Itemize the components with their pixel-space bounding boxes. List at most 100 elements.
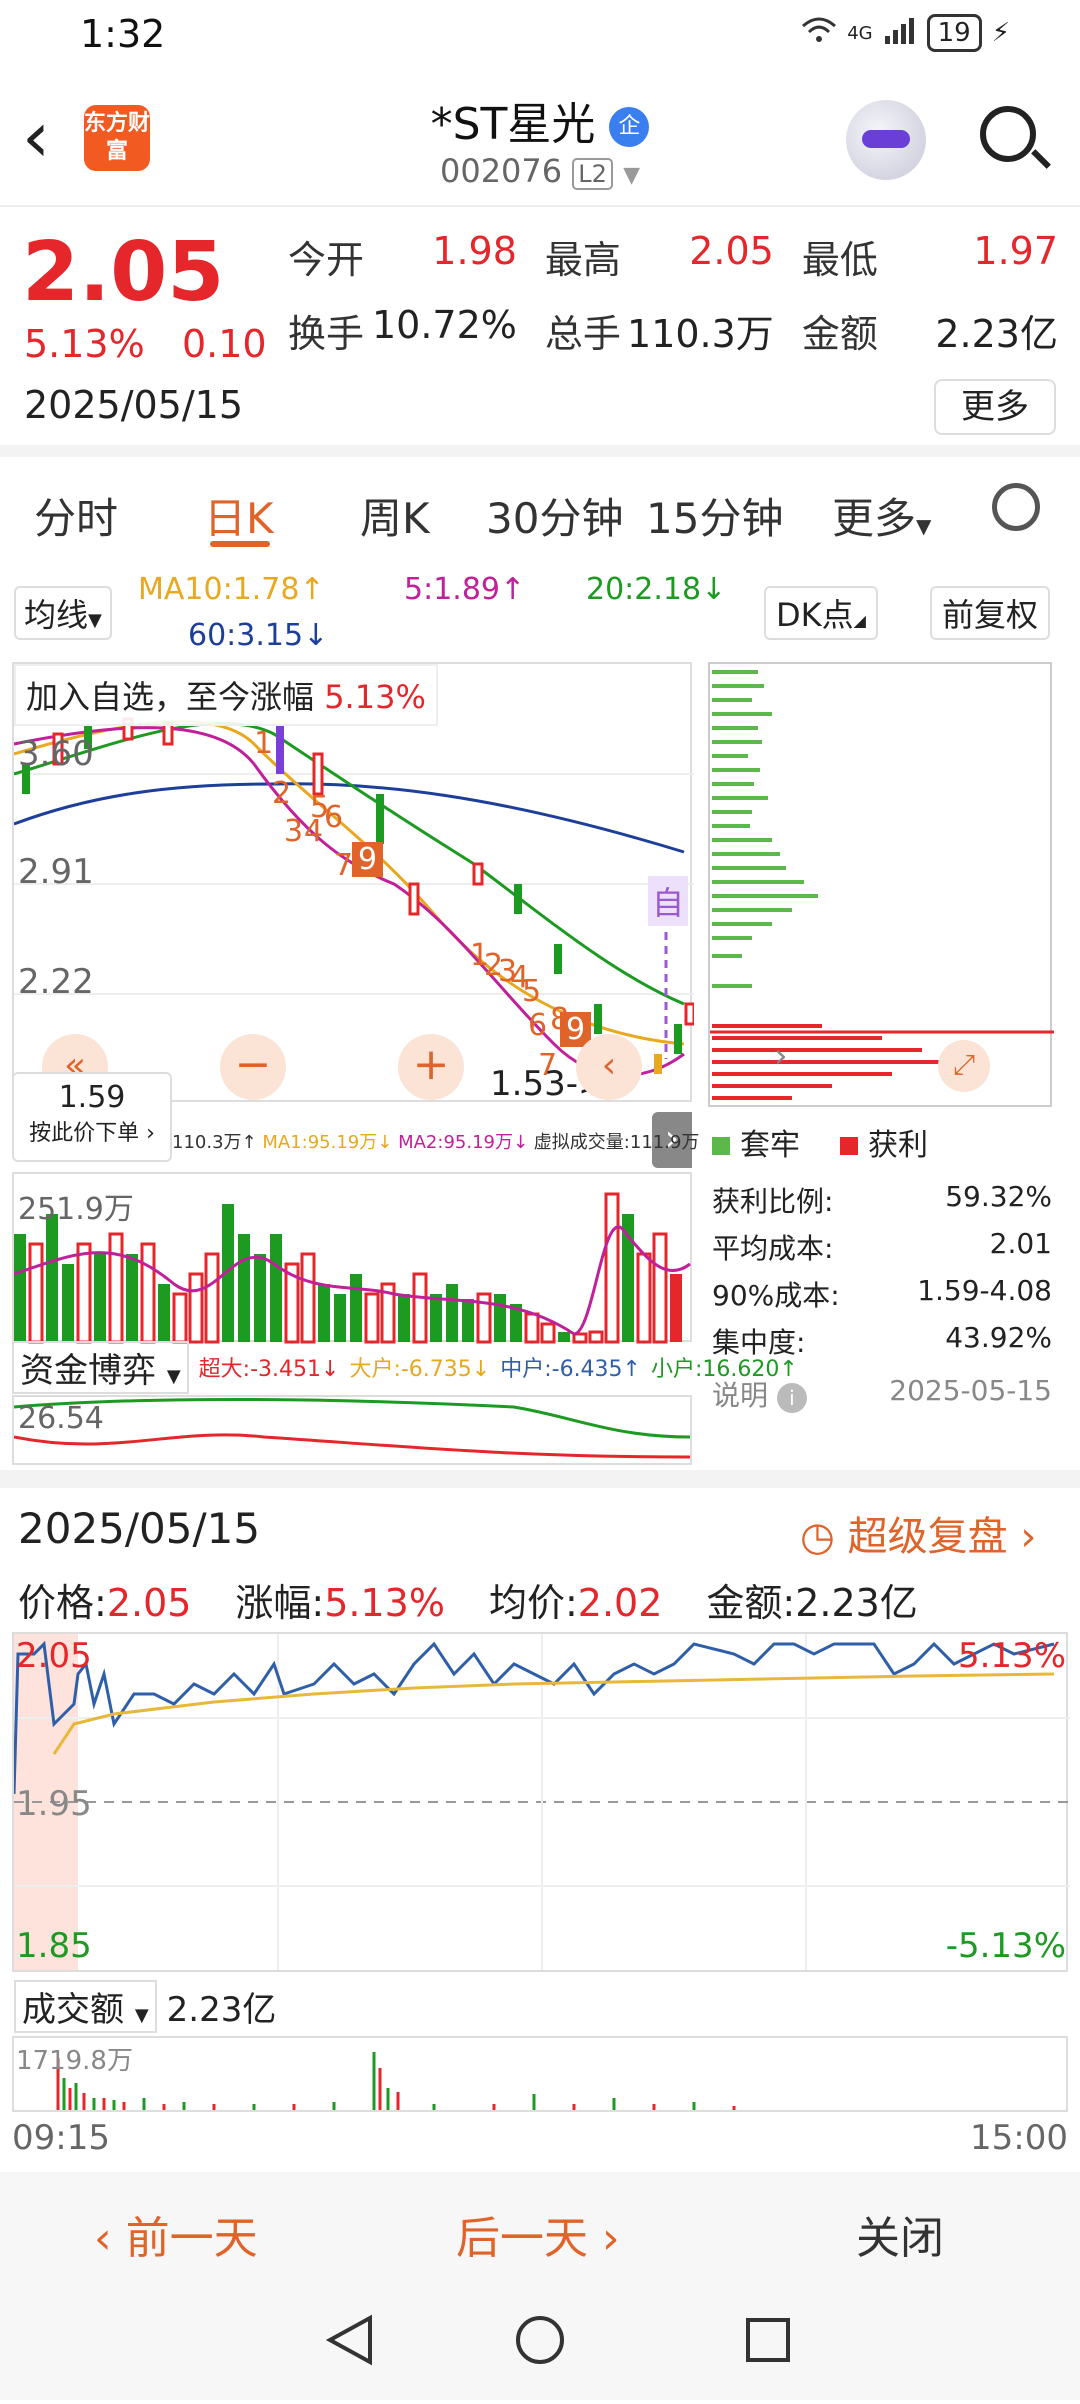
- tab-intraday[interactable]: 分时: [34, 485, 118, 546]
- chip-stats: 套牢 获利 获利比例: 59.32% 平均成本: 2.01 90%成本: 1.59-4…: [712, 1120, 1052, 1421]
- virtual-volume: 虚拟成交量:111.9万: [533, 1132, 700, 1153]
- quote-date: 2025/05/15: [24, 383, 244, 427]
- volume-label: 总手: [544, 312, 621, 356]
- tab-daily-k[interactable]: 日K: [204, 485, 274, 546]
- amount-selector-label: 成交额: [22, 1990, 124, 2030]
- concentration-row: 集中度: 43.92%: [712, 1321, 1052, 1359]
- chip-legend: 套牢 获利: [712, 1120, 1052, 1164]
- system-nav-svg: [325, 2314, 790, 2366]
- tab-15min[interactable]: 15分钟: [646, 485, 783, 546]
- current-price: 2.05: [22, 225, 225, 320]
- zoom-out-icon[interactable]: −: [220, 1034, 286, 1100]
- seq-marker-3: 3: [284, 814, 304, 849]
- note-row[interactable]: 说明 i 2025-05-15: [712, 1374, 1052, 1421]
- battery-icon: 19: [926, 14, 982, 52]
- kline-chart[interactable]: 加入自选，至今涨幅 5.13% 3.60 2.91 2.22 1 2 3 4 5…: [12, 662, 694, 1104]
- prev-day-button[interactable]: ‹ 前一天: [94, 2202, 258, 2266]
- y-label-1: 3.60: [18, 734, 94, 774]
- self-select-marker: 自: [648, 876, 689, 926]
- enterprise-badge: 企: [609, 107, 650, 147]
- volume-info: 110.3万↑ MA1:95.19万↓ MA2:95.19万↓ 虚拟成交量:11…: [172, 1128, 699, 1154]
- cost90-row: 90%成本: 1.59-4.08: [712, 1274, 1052, 1312]
- gear-icon[interactable]: [992, 483, 1040, 531]
- y-top-label: 2.05: [16, 1636, 92, 1676]
- tab-weekly-k[interactable]: 周K: [360, 485, 430, 546]
- y-bot-label: 1.85: [16, 1926, 92, 1966]
- seq-marker-1: 1: [254, 726, 274, 761]
- recent-square-icon: [746, 2318, 790, 2362]
- quote-row-2: 换手 10.72% 总手 110.3万 金额 2.23亿: [288, 303, 1058, 358]
- turnover-value: 10.72%: [372, 303, 517, 347]
- time-end: 15:00: [970, 2118, 1068, 2158]
- amount-value: 2.23亿: [166, 1990, 277, 2030]
- day-amount: 2.23亿: [795, 1581, 918, 1625]
- order-price-box[interactable]: 1.59 按此价下单 ›: [12, 1072, 172, 1162]
- quote-row-1: 今开 1.98 最高 2.05 最低 1.97: [288, 229, 1058, 284]
- search-icon[interactable]: [980, 106, 1036, 162]
- y-mid-label: 1.95: [16, 1784, 92, 1824]
- profit-ratio-row: 获利比例: 59.32%: [712, 1180, 1052, 1218]
- charging-icon: ⚡: [991, 18, 1010, 48]
- expand-icon[interactable]: ⤢: [938, 1040, 990, 1092]
- intraday-volume-chart[interactable]: 1719.8万: [12, 2036, 1068, 2112]
- ma60-line: [14, 782, 685, 854]
- replay-label: 超级复盘: [847, 1514, 1008, 1560]
- zoom-in-icon[interactable]: +: [398, 1034, 464, 1100]
- turnover-label: 换手: [288, 312, 365, 356]
- ma10-label: MA10:1.78↑: [138, 572, 325, 607]
- day-price: 2.05: [106, 1581, 192, 1625]
- corner-icon: ◢: [853, 611, 866, 630]
- open-value: 1.98: [432, 229, 517, 273]
- chevron-left-icon[interactable]: ‹: [576, 1034, 642, 1100]
- add-watchlist-hint[interactable]: 加入自选，至今涨幅 5.13%: [14, 664, 438, 726]
- system-nav: [0, 2282, 1080, 2400]
- avg-cost-row: 平均成本: 2.01: [712, 1227, 1052, 1265]
- close-button[interactable]: 关闭: [856, 2202, 944, 2266]
- y-label-2: 2.91: [18, 852, 94, 892]
- legend-trap: 套牢: [712, 1120, 800, 1164]
- ma-bar: 均线▼ MA10:1.78↑ 5:1.89↑ 20:2.18↓ 60:3.15↓…: [0, 560, 1080, 660]
- seq-marker-6: 6: [324, 800, 344, 835]
- fund-chart[interactable]: 26.54: [12, 1395, 692, 1465]
- change-pct: 5.13%: [24, 322, 145, 366]
- ma-selector[interactable]: 均线▼: [14, 586, 112, 640]
- home-circle-icon: [516, 2316, 564, 2364]
- next-day-button[interactable]: 后一天 ›: [456, 2202, 620, 2266]
- fund-big: 大户:-6.735↓: [349, 1357, 491, 1382]
- triangle-down-icon: ▼: [916, 514, 932, 538]
- vol-ma1: MA1:95.19万↓: [262, 1132, 393, 1153]
- intraday-chart[interactable]: 2.05 1.95 1.85 5.13% -5.13%: [12, 1632, 1070, 1972]
- tab-30min[interactable]: 30分钟: [486, 485, 623, 546]
- ma5-label: 5:1.89↑: [404, 572, 526, 607]
- adjust-button[interactable]: 前复权: [930, 586, 1051, 640]
- change-value: 0.10: [182, 322, 267, 366]
- super-replay-link[interactable]: ◷ 超级复盘 ›: [800, 1504, 1036, 1562]
- triangle-down-icon: ▼: [134, 2005, 149, 2026]
- legend-profit: 获利: [840, 1120, 928, 1164]
- low-label: 最低: [801, 238, 878, 282]
- volume-chart[interactable]: 251.9万: [12, 1172, 692, 1344]
- assistant-avatar[interactable]: [846, 100, 926, 180]
- fund-svg: [13, 1398, 691, 1459]
- next-day-label: 后一天: [456, 2213, 588, 2264]
- status-icons: 4G 19 ⚡: [801, 14, 1010, 52]
- chevron-right-icon[interactable]: ›: [774, 1036, 788, 1076]
- volume-max-label: 251.9万: [18, 1192, 134, 1227]
- more-button[interactable]: 更多: [934, 379, 1056, 435]
- fund-game-bar: 资金博弈 ▼ 超大:-3.451↓ 大户:-6.735↓ 中户:-6.435↑ …: [12, 1340, 798, 1394]
- day-pct: 5.13%: [324, 1581, 445, 1625]
- order-price-label: 按此价下单 ›: [29, 1121, 155, 1146]
- ma20-label: 20:2.18↓: [586, 572, 727, 607]
- dk-point-selector[interactable]: DK点◢: [764, 586, 878, 640]
- hint-text: 加入自选，至今涨幅: [26, 678, 315, 716]
- vol-max-label: 1719.8万: [16, 2046, 133, 2076]
- amount-value: 2.23亿: [935, 312, 1058, 356]
- chip-distribution-chart[interactable]: › ⤢: [708, 662, 1054, 1107]
- fund-selector[interactable]: 资金博弈 ▼: [12, 1340, 189, 1394]
- history-icon: ◷: [800, 1514, 835, 1560]
- tab-more[interactable]: 更多▼: [832, 485, 931, 546]
- prev-day-label: 前一天: [125, 2213, 258, 2264]
- amount-selector[interactable]: 成交额 ▼: [14, 1980, 157, 2033]
- fund-mid: 中户:-6.435↑: [500, 1357, 641, 1382]
- y-label-3: 2.22: [18, 962, 94, 1002]
